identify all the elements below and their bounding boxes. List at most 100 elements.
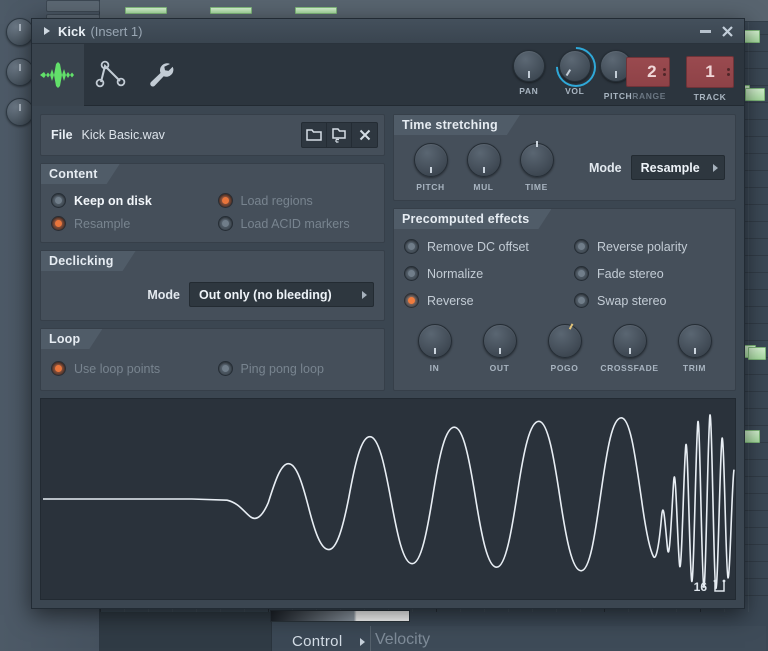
rack-slab <box>46 0 100 12</box>
track-number: 1 <box>705 62 715 81</box>
note[interactable] <box>210 7 252 14</box>
file-name-field[interactable]: Kick Basic.wav <box>82 128 301 142</box>
minimize-button[interactable] <box>694 21 716 41</box>
chevron-right-icon <box>713 163 718 172</box>
option-normalize[interactable]: Normalize <box>404 266 574 281</box>
option-remove-dc-offset[interactable]: Remove DC offset <box>404 239 574 254</box>
minimize-icon <box>699 29 711 33</box>
option-label: Load regions <box>240 193 313 208</box>
open-file-button[interactable] <box>302 123 327 147</box>
chevron-right-icon <box>362 290 367 299</box>
loop-title: Loop <box>41 329 102 349</box>
tab-instrument[interactable] <box>84 44 136 106</box>
option-ping-pong-loop[interactable]: Ping pong loop <box>217 361 375 376</box>
rack-knob[interactable] <box>6 18 34 46</box>
option-reverse[interactable]: Reverse <box>404 293 574 308</box>
control-arrow-icon[interactable] <box>360 638 365 646</box>
radio-icon <box>404 239 419 254</box>
option-label: Reverse <box>427 293 474 308</box>
sampler-channel-settings-window: Kick (Insert 1) PAN VOL 2 PITCH RANGE 1 … <box>31 18 745 609</box>
option-label: Remove DC offset <box>427 239 529 254</box>
note[interactable] <box>295 7 337 14</box>
right-column: Time stretching PITCH MUL TIME Mode Resa… <box>393 114 736 391</box>
pitch-stretch-control: PITCH <box>404 143 457 192</box>
radio-icon <box>404 266 419 281</box>
pan-knob[interactable] <box>512 50 545 82</box>
time-knob[interactable] <box>519 141 554 177</box>
note[interactable] <box>125 7 167 14</box>
option-label: Ping pong loop <box>240 361 324 376</box>
trim-knob[interactable] <box>677 324 712 358</box>
tab-misc[interactable] <box>136 44 188 106</box>
rack-knob[interactable] <box>6 98 34 126</box>
clear-file-button[interactable] <box>352 123 377 147</box>
time-stretching-panel: Time stretching PITCH MUL TIME Mode Resa… <box>393 114 736 201</box>
window-subtitle: (Insert 1) <box>90 23 143 39</box>
track-control: 1 TRACK <box>686 44 734 102</box>
option-reverse-polarity[interactable]: Reverse polarity <box>574 239 725 254</box>
option-label: Reverse polarity <box>597 239 688 254</box>
pogo-knob[interactable] <box>547 323 582 358</box>
channel-count-label: 16 <box>693 579 707 594</box>
option-label: Resample <box>74 216 131 231</box>
file-buttons <box>301 122 378 148</box>
pan-control: PAN <box>506 44 552 96</box>
time-stretch-mode-dropdown[interactable]: Resample <box>630 155 725 180</box>
save-file-button[interactable] <box>327 123 352 147</box>
declicking-title: Declicking <box>41 251 136 271</box>
mul-knob[interactable] <box>466 143 501 177</box>
note[interactable] <box>748 347 766 360</box>
pan-label: PAN <box>519 86 539 96</box>
option-label: Fade stereo <box>597 266 664 281</box>
option-label: Use loop points <box>74 361 161 376</box>
close-icon <box>721 25 733 37</box>
option-load-acid-markers[interactable]: Load ACID markers <box>217 216 375 231</box>
volume-knob[interactable] <box>547 38 605 96</box>
content-title: Content <box>41 164 120 184</box>
sampler-toolbar: PAN VOL 2 PITCH RANGE 1 TRACK <box>32 38 744 106</box>
track-value[interactable]: 1 <box>686 56 734 88</box>
option-keep-on-disk[interactable]: Keep on disk <box>51 193 208 208</box>
pitch-range-number: 2 <box>647 62 657 81</box>
note[interactable] <box>745 88 765 101</box>
mul-control: MUL <box>457 143 510 192</box>
window-titlebar[interactable]: Kick (Insert 1) <box>32 19 744 44</box>
option-use-loop-points[interactable]: Use loop points <box>51 361 208 376</box>
radio-icon <box>574 293 589 308</box>
track-label: TRACK <box>693 92 727 102</box>
rack-knob[interactable] <box>6 58 34 86</box>
option-label: Swap stereo <box>597 293 667 308</box>
spinner-dots-icon <box>662 68 666 76</box>
declicking-mode-dropdown[interactable]: Out only (no bleeding) <box>189 282 374 307</box>
knob-label: TRIM <box>682 363 707 373</box>
pitch-range-value[interactable]: 2 <box>625 57 670 87</box>
out-knob[interactable] <box>482 324 517 358</box>
close-button[interactable] <box>716 21 738 41</box>
crossfade-knob[interactable] <box>612 324 647 358</box>
in-knob[interactable] <box>417 324 452 358</box>
declicking-mode-value: Out only (no bleeding) <box>199 287 332 302</box>
file-panel: File Kick Basic.wav <box>40 114 385 156</box>
radio-icon <box>217 193 233 208</box>
time-stretch-mode-value: Resample <box>640 160 700 175</box>
tab-sample[interactable] <box>32 43 84 106</box>
option-fade-stereo[interactable]: Fade stereo <box>574 266 725 281</box>
crossfade-control: CROSSFADE <box>600 324 658 373</box>
file-label: File <box>51 128 73 142</box>
toolbar-knobs: PAN VOL 2 PITCH RANGE 1 TRACK <box>506 38 734 106</box>
waveform-icon <box>40 61 76 88</box>
option-resample[interactable]: Resample <box>51 216 208 231</box>
option-swap-stereo[interactable]: Swap stereo <box>574 293 725 308</box>
spinner-dots-icon <box>727 68 730 76</box>
pitch-stretch-knob[interactable] <box>413 143 448 177</box>
velocity-gradient-strip[interactable] <box>270 610 410 622</box>
radio-icon <box>404 293 419 308</box>
triangle-right-icon[interactable] <box>44 27 50 35</box>
option-load-regions[interactable]: Load regions <box>217 193 375 208</box>
wrench-icon <box>150 62 174 86</box>
waveform-path <box>43 415 734 588</box>
waveform-badge[interactable]: 16 <box>694 579 727 594</box>
waveform-display[interactable]: 16 <box>40 398 736 600</box>
knob-label: POGO <box>550 363 579 373</box>
declicking-panel: Declicking Mode Out only (no bleeding) <box>40 250 385 321</box>
